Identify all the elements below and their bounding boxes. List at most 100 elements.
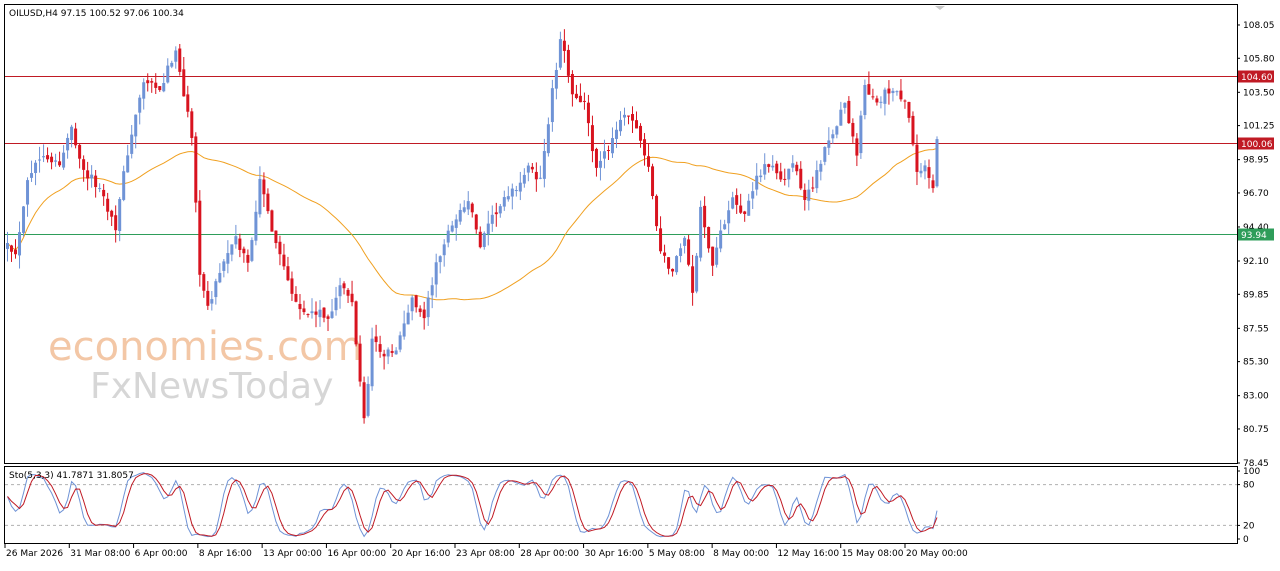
x-tick-label: 16 Apr 00:00 bbox=[327, 549, 386, 559]
candle-body bbox=[554, 69, 558, 89]
candle-body bbox=[458, 209, 462, 222]
y-tick-label: 89.85 bbox=[1243, 290, 1269, 300]
candle bbox=[863, 79, 867, 120]
candle-body bbox=[687, 239, 691, 265]
candle-body bbox=[326, 316, 330, 319]
candle-body bbox=[70, 126, 74, 141]
stoch-tick-label: 20 bbox=[1243, 521, 1255, 531]
candle-body bbox=[675, 256, 679, 273]
candle-body bbox=[258, 178, 262, 215]
candle-body bbox=[602, 151, 606, 159]
candle-body bbox=[62, 152, 66, 168]
candle-body bbox=[775, 163, 779, 174]
candle-body bbox=[855, 138, 859, 156]
candle-body bbox=[242, 248, 246, 254]
candle-body bbox=[426, 297, 430, 318]
candle-body bbox=[310, 311, 314, 314]
candle-body bbox=[366, 383, 370, 416]
candle-body bbox=[386, 349, 390, 357]
candle-body bbox=[831, 134, 835, 139]
x-tick-label: 30 Apr 16:00 bbox=[585, 549, 644, 559]
candle-body bbox=[78, 144, 82, 159]
candle-body bbox=[847, 100, 851, 124]
candle-body bbox=[867, 84, 871, 95]
candle-body bbox=[18, 232, 22, 256]
y-tick-label: 80.75 bbox=[1243, 425, 1269, 435]
candle-body bbox=[550, 88, 554, 123]
y-tick-label: 92.10 bbox=[1243, 257, 1269, 267]
x-tick-label: 8 Apr 16:00 bbox=[199, 549, 252, 559]
candle-body bbox=[723, 224, 727, 230]
candle-body bbox=[30, 173, 34, 178]
stoch-header: Sto(5,3,3) 41.7871 31.8057 bbox=[9, 471, 134, 481]
candle-body bbox=[639, 125, 643, 141]
candle-body bbox=[606, 150, 610, 152]
stoch-panel-frame bbox=[4, 466, 1238, 544]
candle-body bbox=[142, 82, 146, 99]
candle bbox=[687, 234, 691, 267]
x-tick-label: 26 Mar 2026 bbox=[6, 549, 63, 559]
candle-body bbox=[819, 163, 823, 172]
stoch-tick-label: 0 bbox=[1243, 535, 1249, 545]
candle-body bbox=[879, 101, 883, 103]
candle-body bbox=[755, 175, 759, 190]
candle-body bbox=[434, 262, 438, 285]
candle-body bbox=[643, 139, 647, 156]
candle bbox=[651, 163, 655, 200]
candle-body bbox=[446, 230, 450, 243]
candle bbox=[859, 110, 863, 159]
candle-body bbox=[651, 166, 655, 197]
candle-body bbox=[14, 249, 18, 255]
candle-body bbox=[38, 159, 42, 161]
candle bbox=[362, 376, 366, 424]
candle-body bbox=[887, 88, 891, 94]
candle-body bbox=[494, 212, 498, 215]
candle-body bbox=[362, 382, 366, 419]
candle-body bbox=[859, 115, 863, 154]
y-tick-label: 101.25 bbox=[1243, 122, 1275, 132]
candle-body bbox=[414, 295, 418, 308]
candle bbox=[699, 200, 703, 262]
candle-body bbox=[907, 101, 911, 118]
candle bbox=[270, 209, 274, 232]
candle-body bbox=[570, 74, 574, 95]
x-axis: 26 Mar 2026 31 Mar 08:00 6 Apr 00:00 8 Apr … bbox=[4, 544, 968, 559]
candle-body bbox=[598, 160, 602, 168]
candle-body bbox=[659, 228, 663, 252]
candle-body bbox=[262, 179, 266, 195]
candle-body bbox=[346, 289, 350, 296]
candle-body bbox=[418, 308, 422, 313]
x-tick-label: 20 May 00:00 bbox=[906, 549, 968, 559]
candle-body bbox=[799, 168, 803, 189]
candle-body bbox=[707, 226, 711, 249]
candle-body bbox=[106, 198, 110, 212]
candle-body bbox=[863, 84, 867, 116]
candle-body bbox=[827, 140, 831, 148]
candle-body bbox=[751, 191, 755, 199]
symbol-header: OILUSD,H4 97.15 100.52 97.06 100.34 bbox=[9, 9, 184, 19]
candle-body bbox=[42, 156, 46, 158]
candle-body bbox=[895, 91, 899, 93]
candle-body bbox=[506, 196, 510, 200]
stoch-y-axis: 100 80 20 0 bbox=[1237, 467, 1260, 545]
y-tick-label: 85.30 bbox=[1243, 358, 1269, 368]
candle-body bbox=[94, 175, 98, 188]
candle-body bbox=[54, 160, 58, 162]
candle-body bbox=[114, 215, 118, 231]
candle-body bbox=[294, 293, 298, 302]
candle-body bbox=[783, 178, 787, 180]
candle-body bbox=[558, 39, 562, 68]
candle-body bbox=[719, 230, 723, 249]
candle-body bbox=[278, 241, 282, 255]
candle-body bbox=[102, 189, 106, 197]
candle-body bbox=[34, 162, 38, 174]
x-tick-label: 15 May 08:00 bbox=[842, 549, 904, 559]
candle-body bbox=[919, 170, 923, 174]
candle-body bbox=[290, 278, 294, 294]
candle bbox=[22, 205, 26, 237]
candle-body bbox=[610, 138, 614, 154]
x-tick-label: 12 May 16:00 bbox=[777, 549, 839, 559]
candle-body bbox=[927, 167, 931, 178]
candle-body bbox=[486, 223, 490, 235]
x-tick-label: 8 May 00:00 bbox=[713, 549, 769, 559]
